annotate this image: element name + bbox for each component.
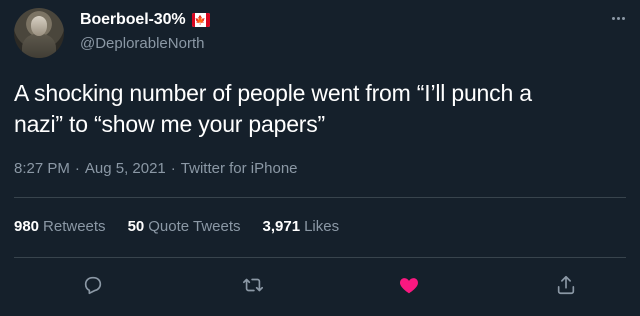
share-button[interactable] bbox=[553, 272, 579, 298]
share-icon bbox=[557, 275, 575, 295]
author-name-row: Boerboel-30% 🍁 bbox=[80, 11, 210, 29]
tweet-time[interactable]: 8:27 PM bbox=[14, 160, 70, 177]
avatar[interactable] bbox=[14, 8, 64, 58]
action-bar bbox=[0, 268, 640, 304]
divider bbox=[14, 197, 626, 198]
tweet-card: Boerboel-30% 🍁 @DeplorableNorth A shocki… bbox=[0, 0, 640, 316]
likes-stat[interactable]: 3,971 Likes bbox=[263, 218, 340, 235]
avatar-head bbox=[31, 16, 47, 36]
meta-separator: · bbox=[170, 160, 176, 177]
retweets-label: Retweets bbox=[43, 218, 106, 235]
tweet-text: A shocking number of people went from “I… bbox=[14, 80, 532, 137]
retweet-icon bbox=[243, 278, 263, 292]
tweet-date[interactable]: Aug 5, 2021 bbox=[85, 160, 166, 177]
meta-separator: · bbox=[74, 160, 80, 177]
heart-icon bbox=[400, 278, 418, 294]
more-options-icon[interactable] bbox=[606, 10, 630, 26]
avatar-body bbox=[22, 34, 56, 58]
retweets-stat[interactable]: 980 Retweets bbox=[14, 218, 106, 235]
canada-flag-icon: 🍁 bbox=[191, 13, 210, 27]
tweet-stats: 980 Retweets 50 Quote Tweets 3,971 Likes bbox=[14, 218, 339, 235]
tweet-meta: 8:27 PM · Aug 5, 2021 · Twitter for iPho… bbox=[14, 160, 298, 177]
reply-icon bbox=[84, 276, 102, 295]
divider bbox=[14, 257, 626, 258]
likes-label: Likes bbox=[304, 218, 340, 235]
like-button[interactable] bbox=[396, 272, 422, 298]
display-name[interactable]: Boerboel-30% bbox=[80, 11, 186, 29]
tweet-source[interactable]: Twitter for iPhone bbox=[181, 160, 298, 177]
quote-tweets-count: 50 bbox=[127, 218, 145, 235]
quote-tweets-stat[interactable]: 50 Quote Tweets bbox=[128, 218, 241, 235]
retweets-count: 980 bbox=[14, 218, 40, 235]
likes-count: 3,971 bbox=[262, 218, 301, 235]
user-handle[interactable]: @DeplorableNorth bbox=[80, 35, 204, 52]
retweet-button[interactable] bbox=[240, 272, 266, 298]
reply-button[interactable] bbox=[80, 272, 106, 298]
quote-tweets-label: Quote Tweets bbox=[148, 218, 241, 235]
